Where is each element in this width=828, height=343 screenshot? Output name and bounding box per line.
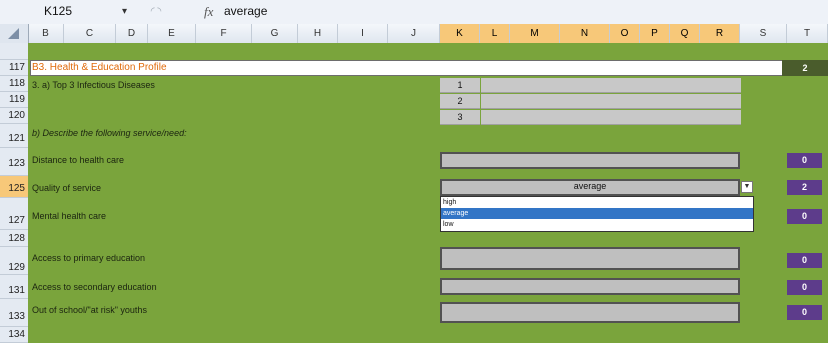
disease-input-3[interactable]	[481, 110, 741, 125]
insert-function-icon[interactable]: fx	[204, 2, 213, 21]
column-header-d[interactable]: D	[116, 24, 148, 43]
item-label-quality-of-service: Quality of service	[32, 183, 102, 193]
disease-input-1[interactable]	[481, 78, 741, 93]
column-header-n[interactable]: N	[560, 24, 610, 43]
column-header-t[interactable]: T	[787, 24, 828, 43]
item-score-out-of-school-youths: 0	[787, 305, 822, 320]
column-header-c[interactable]: C	[64, 24, 116, 43]
row-header-133[interactable]: 133	[0, 299, 28, 327]
row-header-120[interactable]: 120	[0, 108, 28, 124]
row-header-127[interactable]: 127	[0, 198, 28, 230]
q3a-label: 3. a) Top 3 Infectious Diseases	[32, 80, 155, 90]
section-score: 2	[782, 60, 828, 76]
row-header-123[interactable]: 123	[0, 148, 28, 176]
dropdown-arrow-icon[interactable]: ▼	[741, 181, 753, 193]
item-value-quality-of-service: average	[573, 181, 607, 191]
row-header-125[interactable]: 125	[0, 176, 28, 198]
dropdown-option-low[interactable]: low	[441, 219, 753, 230]
item-field-primary-education[interactable]	[440, 247, 740, 270]
column-header-e[interactable]: E	[148, 24, 196, 43]
column-header-i[interactable]: I	[338, 24, 388, 43]
item-label-primary-education: Access to primary education	[32, 253, 146, 263]
row-header-118[interactable]: 118	[0, 76, 28, 92]
column-header-p[interactable]: P	[640, 24, 670, 43]
item-field-out-of-school-youths[interactable]	[440, 302, 740, 323]
select-all-icon	[8, 28, 19, 39]
column-header-k[interactable]: K	[440, 24, 480, 43]
item-score-mental-health-care: 0	[787, 209, 822, 224]
dropdown-option-average[interactable]: average	[441, 208, 753, 219]
name-box-dropdown-icon[interactable]: ▾	[122, 3, 127, 20]
section-title: B3. Health & Education Profile	[32, 62, 167, 73]
row-header-121[interactable]: 121	[0, 124, 28, 148]
item-label-mental-health-care: Mental health care	[32, 211, 107, 221]
column-header-l[interactable]: L	[480, 24, 510, 43]
row-header-117[interactable]: 117	[0, 60, 28, 76]
item-field-secondary-education[interactable]	[440, 278, 740, 295]
column-header-f[interactable]: F	[196, 24, 252, 43]
column-header-m[interactable]: M	[510, 24, 560, 43]
column-header-q[interactable]: Q	[670, 24, 700, 43]
disease-input-2[interactable]	[481, 94, 741, 109]
row-header-119[interactable]: 119	[0, 92, 28, 108]
row-header-134[interactable]: 134	[0, 327, 28, 343]
name-box[interactable]: K125	[44, 3, 114, 20]
spreadsheet-window: K125 ▾ ◜ ◝ fx average B C D E F G H I J …	[0, 0, 828, 343]
column-header-h[interactable]: H	[298, 24, 338, 43]
cancel-entry-icon[interactable]: ◜ ◝	[146, 4, 166, 19]
disease-number-3: 3	[440, 110, 480, 125]
column-header-j[interactable]: J	[388, 24, 440, 43]
row-header-128[interactable]: 128	[0, 230, 28, 247]
item-label-distance-health-care: Distance to health care	[32, 155, 125, 165]
disease-number-2: 2	[440, 94, 480, 109]
item-label-out-of-school-youths: Out of school/"at risk" youths	[32, 305, 147, 315]
row-header-131[interactable]: 131	[0, 275, 28, 299]
column-header-r[interactable]: R	[700, 24, 740, 43]
formula-input[interactable]: average	[224, 3, 820, 20]
column-header-o[interactable]: O	[610, 24, 640, 43]
item-score-primary-education: 0	[787, 253, 822, 268]
item-score-secondary-education: 0	[787, 280, 822, 295]
row-header-129[interactable]: 129	[0, 247, 28, 275]
item-score-quality-of-service: 2	[787, 180, 822, 195]
item-field-distance-health-care[interactable]	[440, 152, 740, 169]
q3b-label: b) Describe the following service/need:	[32, 128, 187, 138]
dropdown-option-high[interactable]: high	[441, 197, 753, 208]
column-header-s[interactable]: S	[740, 24, 787, 43]
disease-number-1: 1	[440, 78, 480, 93]
item-label-secondary-education: Access to secondary education	[32, 282, 157, 292]
item-score-distance-health-care: 0	[787, 153, 822, 168]
row-header-hidden	[0, 43, 28, 60]
column-header-b[interactable]: B	[28, 24, 64, 43]
column-header-g[interactable]: G	[252, 24, 298, 43]
